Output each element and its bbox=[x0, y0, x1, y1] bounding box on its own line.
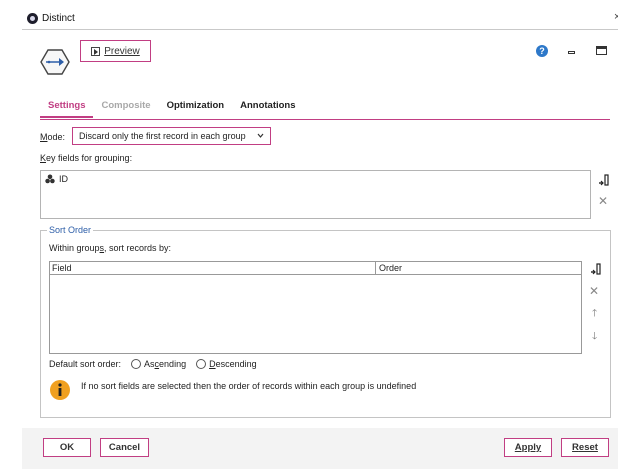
info-icon bbox=[50, 380, 70, 400]
sort-order-group: Sort Order Within groups, sort records b… bbox=[40, 225, 611, 418]
radio-indicator[interactable] bbox=[131, 359, 142, 369]
close-icon[interactable]: × bbox=[614, 11, 618, 23]
ok-button[interactable]: OK bbox=[43, 438, 91, 457]
sort-field-picker-icon[interactable] bbox=[590, 263, 602, 275]
descending-label: Descending bbox=[209, 359, 257, 369]
field-picker-icon[interactable] bbox=[598, 174, 610, 186]
within-groups-label: Within groups, sort records by: bbox=[49, 243, 172, 253]
column-header-order[interactable]: Order bbox=[379, 263, 402, 273]
tab-annotations[interactable]: Annotations bbox=[232, 98, 303, 118]
delete-icon[interactable]: ✕ bbox=[598, 194, 608, 208]
ascending-label: Ascending bbox=[144, 359, 187, 369]
tab-optimization[interactable]: Optimization bbox=[159, 98, 233, 118]
tab-composite[interactable]: Composite bbox=[93, 98, 158, 118]
move-down-icon[interactable]: 🡓 bbox=[592, 329, 597, 346]
move-up-icon[interactable]: 🡑 bbox=[592, 306, 597, 323]
key-field-name: ID bbox=[59, 174, 68, 184]
default-sort-label: Default sort order: bbox=[49, 359, 122, 369]
key-fields-list[interactable]: ID bbox=[40, 170, 591, 219]
window-title: Distinct bbox=[42, 13, 75, 24]
maximize-icon[interactable] bbox=[596, 46, 607, 55]
reset-button[interactable]: Reset bbox=[561, 438, 609, 457]
radio-indicator[interactable] bbox=[196, 359, 207, 369]
distinct-node-icon bbox=[40, 49, 70, 75]
sort-fields-table[interactable]: Field Order bbox=[49, 261, 582, 354]
apply-button[interactable]: Apply bbox=[504, 438, 552, 457]
mode-label: Mode: bbox=[40, 132, 66, 142]
mode-dropdown[interactable]: Discard only the first record in each gr… bbox=[72, 127, 271, 145]
cancel-button[interactable]: Cancel bbox=[100, 438, 149, 457]
info-text: If no sort fields are selected then the … bbox=[81, 381, 417, 391]
list-item[interactable]: ID bbox=[45, 174, 68, 184]
column-divider[interactable] bbox=[375, 262, 376, 275]
descending-radio[interactable]: Descending bbox=[196, 359, 257, 369]
tab-divider bbox=[40, 119, 610, 120]
default-sort-row: Default sort order: Ascending Descending bbox=[49, 359, 257, 369]
table-header: Field Order bbox=[50, 262, 581, 275]
title-bar: Distinct × bbox=[22, 8, 618, 30]
chevron-down-icon bbox=[257, 133, 264, 138]
play-icon bbox=[91, 46, 101, 56]
sort-delete-icon[interactable]: ✕ bbox=[589, 284, 599, 298]
column-header-field[interactable]: Field bbox=[52, 263, 72, 273]
preview-button[interactable]: Preview bbox=[80, 40, 151, 62]
nominal-field-icon bbox=[45, 174, 55, 184]
key-fields-label: Key fields for grouping: bbox=[40, 153, 133, 163]
mode-value: Discard only the first record in each gr… bbox=[79, 131, 246, 141]
minimize-icon[interactable] bbox=[568, 51, 575, 54]
tab-settings[interactable]: Settings bbox=[40, 98, 94, 118]
preview-label: Preview bbox=[104, 45, 140, 57]
app-icon bbox=[27, 13, 38, 24]
help-icon[interactable]: ? bbox=[536, 45, 548, 57]
ascending-radio[interactable]: Ascending bbox=[131, 359, 186, 369]
dialog-footer: OK Cancel Apply Reset bbox=[22, 428, 618, 469]
tab-bar: Settings Composite Optimization Annotati… bbox=[40, 98, 304, 118]
sort-order-legend: Sort Order bbox=[47, 225, 94, 235]
